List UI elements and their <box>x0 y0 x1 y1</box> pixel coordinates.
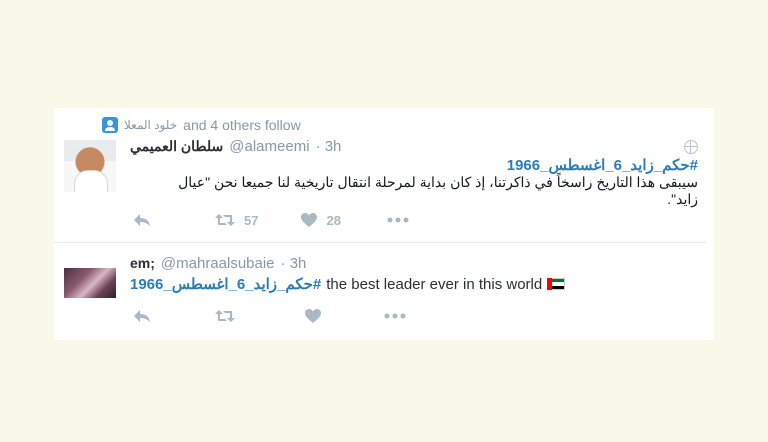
tweet-text-line: #حكم_زايد_6_اغسطس_1966 the best leader e… <box>130 275 566 293</box>
follow-context-names[interactable]: خلود المعلا <box>124 118 177 132</box>
tweet-header: سلطان العميمي @alameemi · 3h <box>130 138 341 158</box>
tweet-divider <box>54 242 706 243</box>
tweet-text: the best leader ever in this world <box>326 275 543 293</box>
tweet-text: سيبقى هذا التاريخ راسخاً في ذاكرتنا، إذ … <box>178 174 698 207</box>
tweet-time[interactable]: · 3h <box>281 255 307 272</box>
uae-flag-icon <box>547 278 566 290</box>
like-button[interactable] <box>304 308 322 324</box>
more-icon <box>387 217 409 223</box>
retweet-button[interactable] <box>214 308 236 324</box>
avatar[interactable] <box>64 140 116 192</box>
more-icon <box>384 313 406 319</box>
heart-icon <box>305 309 321 323</box>
reply-button[interactable] <box>132 212 152 228</box>
hashtag-link[interactable]: #حكم_زايد_6_اغسطس_1966 <box>507 156 698 174</box>
retweet-icon <box>215 214 235 226</box>
retweet-button[interactable]: 57 <box>214 212 258 228</box>
avatar[interactable] <box>64 268 116 298</box>
user-handle[interactable]: @mahraalsubaie <box>161 255 275 272</box>
retweet-count: 57 <box>244 212 259 228</box>
more-button[interactable] <box>387 217 409 223</box>
globe-icon <box>684 140 698 154</box>
like-button[interactable]: 28 <box>300 212 341 228</box>
hashtag-link[interactable]: #حكم_زايد_6_اغسطس_1966 <box>130 275 321 293</box>
user-handle[interactable]: @alameemi <box>229 138 309 155</box>
user-name[interactable]: سلطان العميمي <box>130 138 223 155</box>
reply-button[interactable] <box>132 308 152 324</box>
tweet-timeline: خلود المعلا and 4 others follow سلطان ال… <box>54 108 714 340</box>
person-icon <box>102 117 118 133</box>
more-button[interactable] <box>384 313 406 319</box>
follow-context-text: and 4 others follow <box>183 117 301 133</box>
user-name[interactable]: em; <box>130 255 155 271</box>
tweet-actions <box>132 308 406 324</box>
tweet-time[interactable]: · 3h <box>316 138 342 155</box>
like-count: 28 <box>326 212 341 228</box>
reply-icon <box>134 310 150 322</box>
heart-icon <box>301 213 318 227</box>
retweet-icon <box>215 310 235 322</box>
reply-icon <box>134 214 150 226</box>
tweet-actions: 57 28 <box>132 212 409 228</box>
tweet-header: em; @mahraalsubaie · 3h <box>130 255 306 275</box>
follow-context: خلود المعلا and 4 others follow <box>102 116 301 134</box>
